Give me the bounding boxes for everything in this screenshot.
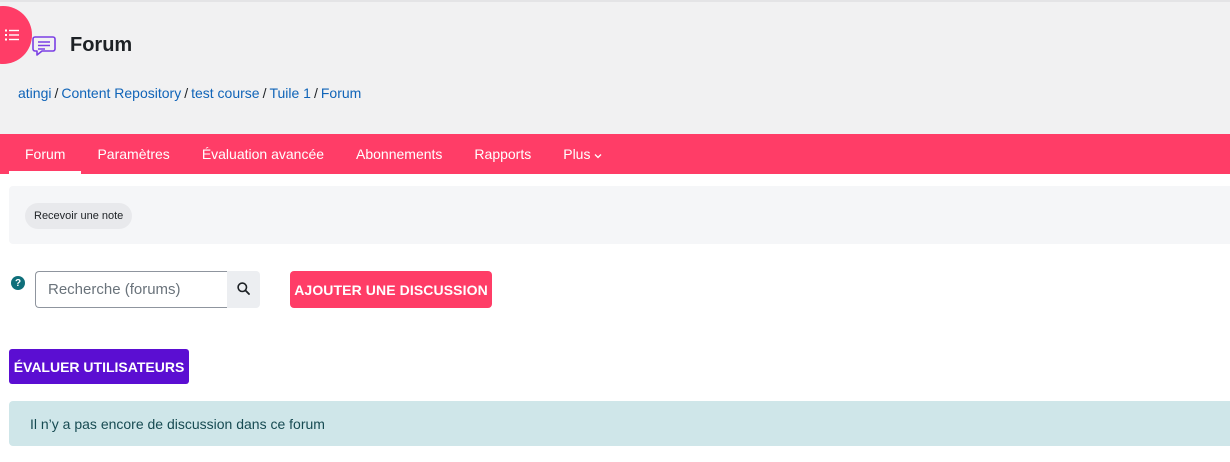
tab-forum[interactable]: Forum xyxy=(9,134,82,174)
activity-information: Recevoir une note xyxy=(9,186,1230,244)
page-header: Forum atingi / Content Repository / test cou… xyxy=(0,0,1230,134)
add-discussion-button[interactable]: AJOUTER UNE DISCUSSION xyxy=(290,271,492,308)
course-index-toggle[interactable] xyxy=(0,6,32,64)
tab-rapports[interactable]: Rapports xyxy=(458,134,547,174)
tab-label: Rapports xyxy=(474,146,532,162)
completion-condition-badge: Recevoir une note xyxy=(25,203,133,229)
page-title: Forum xyxy=(70,34,133,56)
tab-label: Forum xyxy=(25,146,66,162)
breadcrumb-separator: / xyxy=(54,85,59,101)
breadcrumb-separator: / xyxy=(313,85,318,101)
tab-label: Plus xyxy=(563,146,591,162)
search-icon xyxy=(237,281,250,298)
tab-parametres[interactable]: Paramètres xyxy=(81,134,185,174)
forum-search xyxy=(35,271,260,308)
alert-message: Il n’y a pas encore de discussion dans c… xyxy=(30,415,325,432)
tab-abonnements[interactable]: Abonnements xyxy=(340,134,458,174)
breadcrumb-link-tuile-1[interactable]: Tuile 1 xyxy=(269,85,311,101)
no-discussion-alert: Il n’y a pas encore de discussion dans c… xyxy=(9,401,1230,446)
breadcrumb-link-forum[interactable]: Forum xyxy=(321,85,361,101)
secondary-navigation: Forum Paramètres Évaluation avancée Abon… xyxy=(0,134,1230,174)
tab-plus-dropdown[interactable]: Plus xyxy=(547,134,618,174)
tab-label: Évaluation avancée xyxy=(201,146,325,162)
breadcrumb-separator: / xyxy=(184,85,189,101)
forum-chat-icon xyxy=(31,33,57,59)
help-icon[interactable]: ? xyxy=(11,276,25,290)
breadcrumb-link-content-repository[interactable]: Content Repository xyxy=(61,85,181,101)
chevron-down-icon xyxy=(594,146,602,162)
search-input[interactable] xyxy=(35,271,227,308)
tab-label: Abonnements xyxy=(356,146,443,162)
search-button[interactable] xyxy=(227,271,260,308)
grade-users-button[interactable]: ÉVALUER UTILISATEURS xyxy=(9,349,189,384)
breadcrumb-link-atingi[interactable]: atingi xyxy=(18,85,51,101)
tab-label: Paramètres xyxy=(97,146,170,162)
list-icon xyxy=(5,29,19,41)
tab-evaluation-avancee[interactable]: Évaluation avancée xyxy=(186,134,340,174)
breadcrumb: atingi / Content Repository / test course / Tu… xyxy=(18,85,361,101)
breadcrumb-link-test-course[interactable]: test course xyxy=(191,85,259,101)
breadcrumb-separator: / xyxy=(262,85,267,101)
